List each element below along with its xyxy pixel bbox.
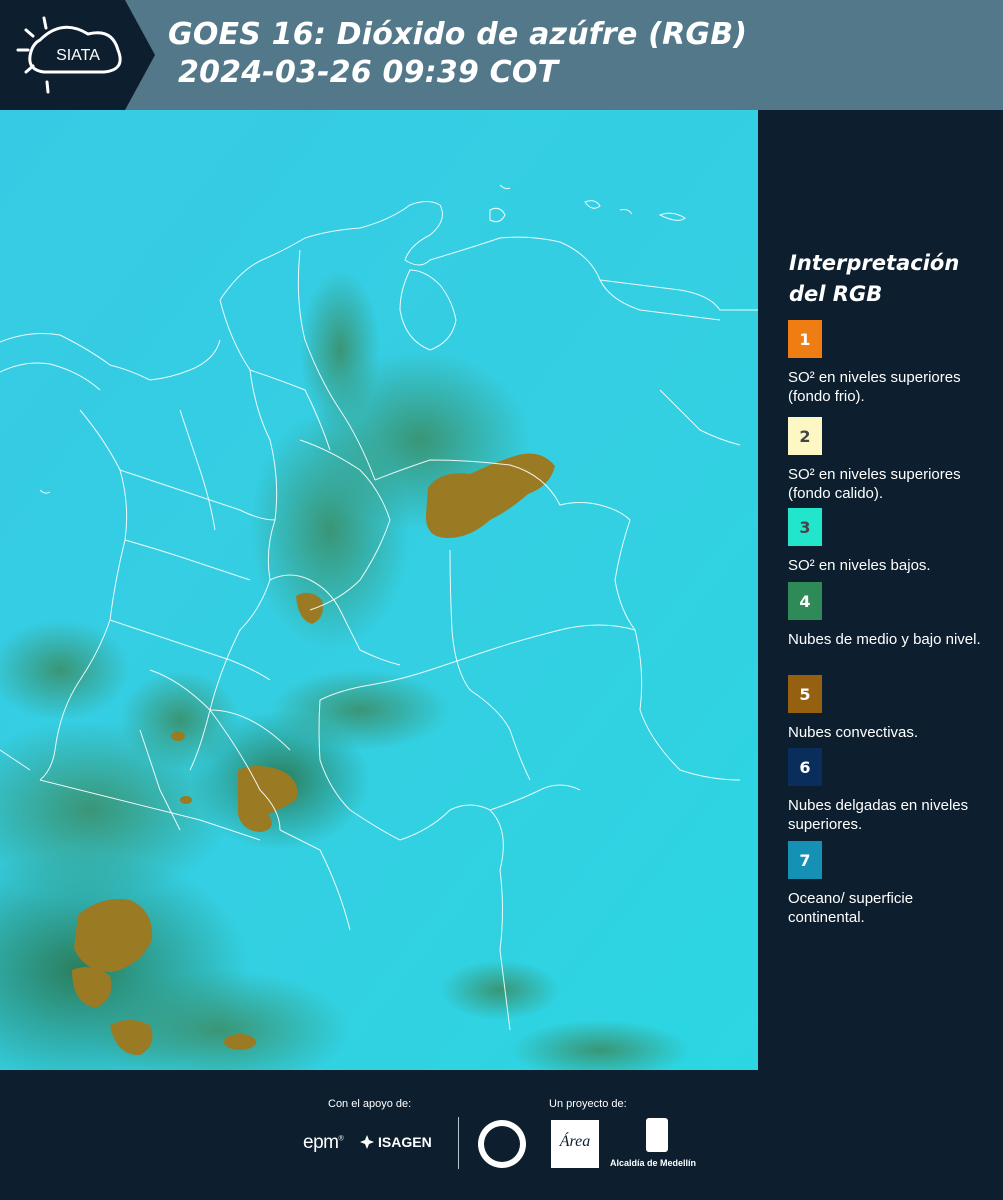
legend-item-label: SO² en niveles bajos. (788, 557, 931, 574)
legend-swatch: 6 (788, 748, 822, 786)
legend-title-line1: Interpretación (789, 251, 960, 275)
isagen-mark-icon (360, 1135, 374, 1149)
legend-item-2: 2 SO² en niveles superiores (fondo calid… (788, 417, 988, 503)
legend-item-label: SO² en niveles superiores (fondo calido)… (788, 466, 961, 502)
alcaldia-text: Alcaldía de Medellín (610, 1158, 697, 1168)
epm-logo-text: epm (303, 1132, 339, 1153)
area-logo-text: Área (559, 1131, 591, 1150)
legend-item-label: Nubes delgadas en niveles superiores. (788, 797, 969, 833)
legend-swatch: 4 (788, 582, 822, 620)
legend-swatch: 7 (788, 841, 822, 879)
legend-item-7: 7 Oceano/ superficie continental. (788, 841, 988, 927)
legend-swatch: 1 (788, 320, 822, 358)
siata-logo-text: SIATA (56, 47, 100, 64)
legend-swatch: 5 (788, 675, 822, 713)
legend-item-5: 5 Nubes convectivas. (788, 675, 988, 742)
header-bar: SIATA GOES 16: Dióxido de azúfre (RGB) 2… (0, 0, 1003, 110)
legend-item-1: 1 SO² en niveles superiores (fondo frio)… (788, 320, 988, 406)
project-label: Un proyecto de: (549, 1098, 627, 1110)
isagen-logo[interactable]: ISAGEN (360, 1134, 432, 1150)
page-title: GOES 16: Dióxido de azúfre (RGB) 2024-03… (168, 16, 747, 92)
legend-item-label: Oceano/ superficie continental. (788, 890, 914, 926)
legend-panel: Interpretación del RGB 1 SO² en niveles … (760, 110, 1003, 1070)
siata-logo[interactable]: SIATA (0, 0, 155, 110)
legend-item-label: Nubes convectivas. (788, 724, 919, 741)
isagen-logo-text: ISAGEN (378, 1134, 432, 1150)
legend-swatch: 3 (788, 508, 822, 546)
alcaldia-emblem-icon[interactable] (646, 1118, 668, 1152)
legend-swatch: 2 (788, 417, 822, 455)
title-line2: 2024-03-26 09:39 COT (178, 55, 559, 90)
support-label: Con el apoyo de: (328, 1098, 412, 1110)
legend-item-4: 4 Nubes de medio y bajo nivel. (788, 582, 988, 649)
title-line1: GOES 16: Dióxido de azúfre (RGB) (168, 17, 748, 52)
university-seal-logo[interactable] (478, 1120, 526, 1168)
legend-title-line2: del RGB (789, 282, 883, 306)
satellite-map[interactable] (0, 110, 758, 1070)
seal-inner-icon (484, 1126, 520, 1162)
legend-item-label: SO² en niveles superiores (fondo frio). (788, 369, 961, 405)
epm-logo[interactable]: epm® (303, 1132, 344, 1154)
legend-item-6: 6 Nubes delgadas en niveles superiores. (788, 748, 988, 834)
footer: Con el apoyo de: Un proyecto de: epm® IS… (0, 1070, 1003, 1200)
area-metropolitana-text: METROPOLITANA Valle de Aburrá (553, 1157, 597, 1168)
legend-title: Interpretación del RGB (789, 248, 959, 310)
legend-item-label: Nubes de medio y bajo nivel. (788, 631, 981, 648)
legend-item-3: 3 SO² en niveles bajos. (788, 508, 988, 575)
footer-divider (458, 1117, 459, 1169)
